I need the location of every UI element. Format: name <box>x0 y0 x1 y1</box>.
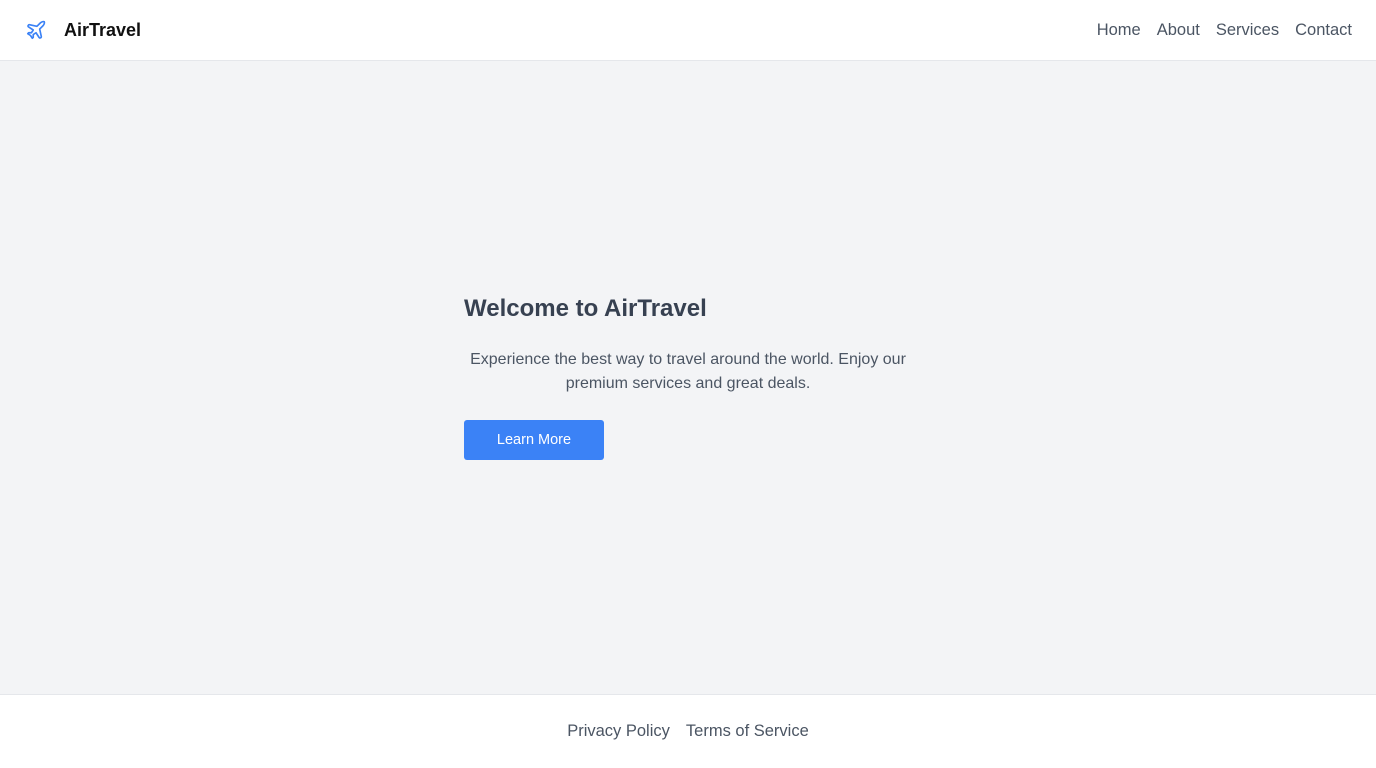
hero-description: Experience the best way to travel around… <box>470 351 906 392</box>
main-nav: Home About Services Contact <box>1097 21 1352 40</box>
learn-more-button[interactable]: Learn More <box>464 420 604 460</box>
nav-link-services[interactable]: Services <box>1216 21 1279 40</box>
nav-link-about[interactable]: About <box>1157 21 1200 40</box>
brand-name: AirTravel <box>64 19 142 40</box>
nav-link-contact[interactable]: Contact <box>1295 21 1352 40</box>
site-footer: Privacy Policy Terms of Service <box>0 694 1376 768</box>
hero-title: Welcome to AirTravel <box>464 295 707 322</box>
hero-section: Welcome to AirTravel Experience the best… <box>464 294 912 460</box>
footer-link-terms-of-service[interactable]: Terms of Service <box>686 722 809 741</box>
brand[interactable]: AirTravel <box>24 18 141 42</box>
main-content: Welcome to AirTravel Experience the best… <box>0 61 1376 694</box>
site-header: AirTravel Home About Services Contact <box>0 0 1376 61</box>
nav-link-home[interactable]: Home <box>1097 21 1141 40</box>
airplane-icon <box>24 18 48 42</box>
footer-link-privacy-policy[interactable]: Privacy Policy <box>567 722 670 741</box>
